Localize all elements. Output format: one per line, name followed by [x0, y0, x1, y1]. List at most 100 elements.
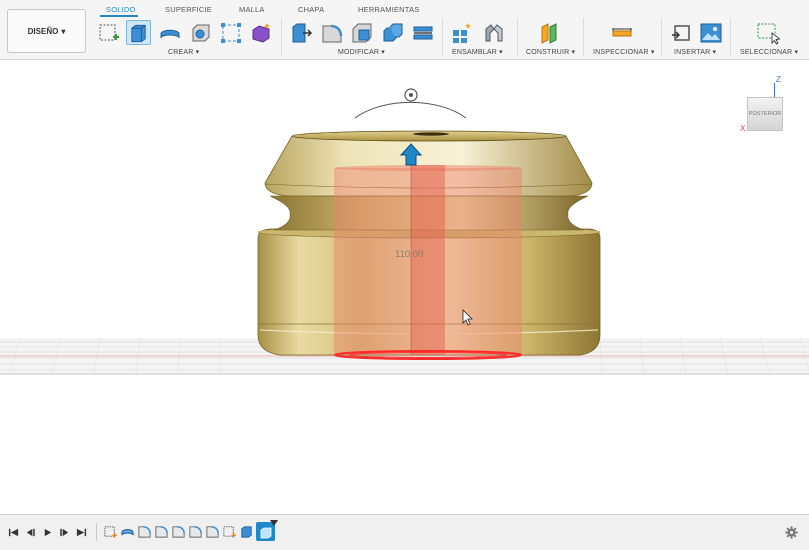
step-forward-icon: [59, 528, 68, 536]
rectangular-pattern-icon: [220, 22, 241, 43]
new-component-button[interactable]: [449, 20, 474, 45]
gear-icon: [784, 525, 798, 539]
fillet-icon: [206, 526, 219, 538]
extrude-icon: [131, 24, 146, 42]
sketch-icon: [104, 526, 118, 538]
create-sketch-button[interactable]: [96, 20, 121, 45]
insert-canvas-button[interactable]: [698, 20, 723, 45]
skip-forward-icon: [76, 528, 86, 536]
group-separator: [661, 18, 662, 56]
step-back-icon: [26, 528, 35, 536]
group-label-inspeccionar[interactable]: INSPECCIONAR ▾: [593, 48, 655, 56]
window-select-icon: [757, 23, 780, 45]
timeline-fillet-feature[interactable]: [205, 524, 220, 539]
play-button[interactable]: [40, 525, 54, 539]
viewcube[interactable]: Z POSTERIOR X: [740, 75, 800, 133]
axis-x-label: X: [740, 124, 746, 133]
tab-chapa[interactable]: CHAPA: [298, 5, 324, 14]
rotation-manipulator[interactable]: [354, 88, 467, 119]
chamfer-button[interactable]: [349, 20, 374, 45]
form-button[interactable]: [248, 20, 273, 45]
split-body-icon: [413, 26, 432, 39]
insert-derive-button[interactable]: [668, 20, 693, 45]
group-separator: [730, 18, 731, 56]
timeline-fillet-feature[interactable]: [137, 524, 152, 539]
group-separator: [517, 18, 518, 56]
measure-button[interactable]: [609, 20, 634, 45]
step-forward-button[interactable]: [57, 525, 71, 539]
hole-button[interactable]: [188, 20, 213, 45]
revolve-button[interactable]: [157, 20, 182, 45]
revolve-icon: [160, 29, 179, 38]
model-canvas[interactable]: [0, 61, 809, 514]
hole-icon: [192, 24, 209, 41]
combine-button[interactable]: [380, 20, 405, 45]
group-label-construir[interactable]: CONSTRUIR ▾: [526, 48, 575, 56]
active-tab-indicator: [100, 15, 138, 17]
tab-solido[interactable]: SOLIDO: [106, 5, 136, 14]
timeline-fillet-feature[interactable]: [188, 524, 203, 539]
workspace-dropdown[interactable]: DISEÑO ▾: [7, 9, 86, 53]
sketch-icon: [223, 526, 237, 538]
fillet-button[interactable]: [319, 20, 344, 45]
fillet-icon: [322, 24, 342, 42]
skip-back-icon: [8, 528, 18, 536]
pattern-button[interactable]: [218, 20, 243, 45]
group-label-insertar[interactable]: INSERTAR ▾: [674, 48, 716, 56]
revolve-icon: [121, 529, 134, 536]
group-separator: [442, 18, 443, 56]
timeline-sketch-feature[interactable]: [103, 524, 118, 539]
dimension-value[interactable]: 110.00: [395, 249, 423, 260]
workspace-label: DISEÑO: [27, 26, 59, 36]
select-button[interactable]: [755, 20, 780, 45]
group-separator: [583, 18, 584, 56]
fillet-icon: [172, 526, 185, 538]
shell-button[interactable]: [410, 20, 435, 45]
offset-plane-button[interactable]: [536, 20, 561, 45]
axis-z-label: Z: [776, 75, 781, 84]
fillet-icon: [138, 526, 151, 538]
group-separator: [281, 18, 282, 56]
go-to-end-button[interactable]: [74, 525, 88, 539]
new-component-icon: [452, 22, 471, 43]
group-label-crear[interactable]: CREAR ▾: [168, 48, 199, 56]
press-pull-button[interactable]: [288, 20, 313, 45]
image-icon: [700, 23, 721, 42]
timeline-extrude-feature[interactable]: [239, 524, 254, 539]
fillet-icon: [155, 526, 168, 538]
toolbar: DISEÑO ▾ SOLIDO SUPERFICIE MALLA CHAPA H…: [0, 0, 809, 60]
go-to-start-button[interactable]: [6, 525, 20, 539]
press-pull-icon: [292, 23, 312, 42]
axis-z-line: [774, 83, 775, 97]
combine-icon: [383, 23, 402, 41]
group-label-modificar[interactable]: MODIFICAR ▾: [338, 48, 385, 56]
step-back-button[interactable]: [23, 525, 37, 539]
timeline-sketch-feature[interactable]: [222, 524, 237, 539]
sketch-icon: [99, 24, 119, 40]
insert-icon: [671, 24, 690, 41]
offset-plane-icon: [541, 22, 556, 44]
measure-icon: [612, 27, 631, 36]
timeline-revolve-feature[interactable]: [120, 524, 135, 539]
tab-herramientas[interactable]: HERRAMIENTAS: [358, 5, 419, 14]
group-label-ensamblar[interactable]: ENSAMBLAR ▾: [452, 48, 503, 56]
extrude-icon: [241, 526, 252, 538]
chevron-down-icon: ▾: [61, 26, 66, 36]
tab-malla[interactable]: MALLA: [239, 5, 265, 14]
form-icon: [252, 22, 270, 43]
joint-button[interactable]: [481, 20, 506, 45]
extrude-preview: [334, 165, 522, 360]
timeline-settings-button[interactable]: [784, 525, 798, 539]
timeline-fillet-feature[interactable]: [154, 524, 169, 539]
timeline-fillet-feature[interactable]: [171, 524, 186, 539]
canvas-viewport[interactable]: 110.00 Z POSTERIOR X: [0, 61, 809, 514]
fillet-icon: [189, 526, 202, 538]
chamfer-icon: [352, 23, 371, 42]
timeline-divider: [96, 523, 97, 541]
extrude-button[interactable]: [126, 20, 151, 45]
play-icon: [44, 528, 51, 536]
viewcube-face[interactable]: POSTERIOR: [747, 97, 783, 131]
group-label-seleccionar[interactable]: SELECCIONAR ▾: [740, 48, 798, 56]
tab-superficie[interactable]: SUPERFICIE: [165, 5, 212, 14]
timeline-marker[interactable]: [270, 520, 278, 526]
